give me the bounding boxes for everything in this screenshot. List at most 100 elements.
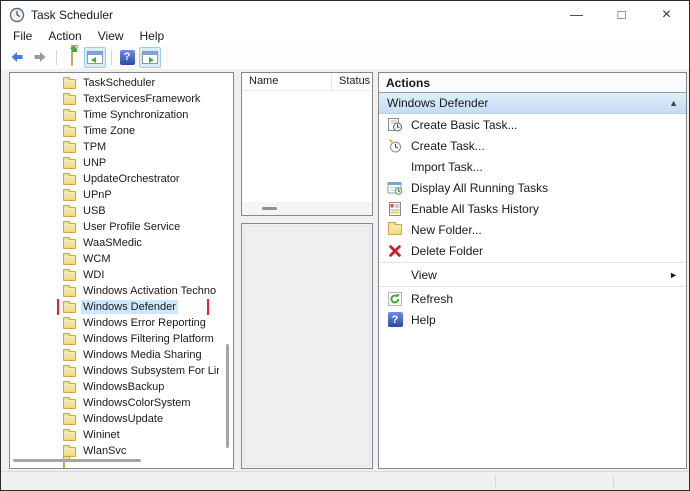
action-create-basic-task[interactable]: Create Basic Task... xyxy=(379,114,686,135)
tree-item-label: Windows Subsystem For Lir xyxy=(81,364,219,378)
tree-item-label: WindowsColorSystem xyxy=(81,396,193,410)
column-header-name[interactable]: Name xyxy=(242,73,332,90)
tree-item-windows-defender[interactable]: Windows Defender xyxy=(10,299,219,315)
action-new-folder[interactable]: New Folder... xyxy=(379,219,686,240)
menu-file[interactable]: File xyxy=(5,28,40,45)
tree-item-upnp[interactable]: UPnP xyxy=(10,187,219,203)
tree-item-windowscolorsystem[interactable]: WindowsColorSystem xyxy=(10,395,219,411)
tree-item-label: Wininet xyxy=(81,428,122,442)
back-icon xyxy=(9,49,25,65)
tree-item-wininet[interactable]: Wininet xyxy=(10,427,219,443)
action-label: New Folder... xyxy=(411,223,686,237)
tree-item-wlansvc[interactable]: WlanSvc xyxy=(10,443,219,459)
tree-item-tpm[interactable]: TPM xyxy=(10,139,219,155)
scrollbar-thumb[interactable] xyxy=(262,207,277,210)
folder-icon xyxy=(63,447,76,457)
tree-item-windows-activation-technologies[interactable]: Windows Activation Techno xyxy=(10,283,219,299)
folder-icon xyxy=(63,111,76,121)
folder-icon xyxy=(63,191,76,201)
tree-vertical-scrollbar[interactable] xyxy=(226,344,229,448)
task-list-panel: Name Status xyxy=(241,72,373,216)
tree-item-time-synchronization[interactable]: Time Synchronization xyxy=(10,107,219,123)
tree-item-label: WCM xyxy=(81,252,113,266)
action-pane-toggle-button[interactable] xyxy=(139,47,161,68)
action-import-task[interactable]: Import Task... xyxy=(379,156,686,177)
tree-item-waasmedic[interactable]: WaaSMedic xyxy=(10,235,219,251)
task-preview-pane-content xyxy=(244,226,370,466)
no-icon xyxy=(387,267,403,283)
menu-action[interactable]: Action xyxy=(40,28,89,45)
tree-item-windowsbackup[interactable]: WindowsBackup xyxy=(10,379,219,395)
folder-icon xyxy=(63,287,76,297)
tree-item-windows-error-reporting[interactable]: Windows Error Reporting xyxy=(10,315,219,331)
forward-button[interactable] xyxy=(29,47,51,68)
tree-item-taskscheduler[interactable]: TaskScheduler xyxy=(10,75,219,91)
console-tree-toggle-icon xyxy=(87,51,103,64)
tree-item-unp[interactable]: UNP xyxy=(10,155,219,171)
folder-icon xyxy=(63,415,76,425)
task-preview-pane xyxy=(241,223,373,469)
tree-item-label: WlanSvc xyxy=(81,444,128,458)
folder-icon xyxy=(63,303,76,313)
back-button[interactable] xyxy=(6,47,28,68)
action-create-task[interactable]: Create Task... xyxy=(379,135,686,156)
task-scheduler-clock-icon xyxy=(9,7,25,23)
action-label: Enable All Tasks History xyxy=(411,202,686,216)
tree-item-usb[interactable]: USB xyxy=(10,203,219,219)
tree-item-label: User Profile Service xyxy=(81,220,182,234)
tree-item-textservicesframework[interactable]: TextServicesFramework xyxy=(10,91,219,107)
tree-item-label: WindowsUpdate xyxy=(81,412,165,426)
tree-item-windowsupdate[interactable]: WindowsUpdate xyxy=(10,411,219,427)
close-button[interactable]: × xyxy=(644,1,689,28)
toolbar: ? xyxy=(1,45,689,69)
action-label: Refresh xyxy=(411,292,686,306)
tree-item-windows-subsystem-for-linux[interactable]: Windows Subsystem For Lir xyxy=(10,363,219,379)
title-bar: Task Scheduler — □ × xyxy=(1,1,689,28)
tree-item-label: Windows Error Reporting xyxy=(81,316,208,330)
toolbar-help-button[interactable]: ? xyxy=(116,47,138,68)
folder-icon xyxy=(63,335,76,345)
tree-item-windows-media-sharing[interactable]: Windows Media Sharing xyxy=(10,347,219,363)
tree-horizontal-scrollbar[interactable] xyxy=(13,459,141,462)
tree-item-updateorchestrator[interactable]: UpdateOrchestrator xyxy=(10,171,219,187)
tree-item-windows-filtering-platform[interactable]: Windows Filtering Platform xyxy=(10,331,219,347)
submenu-arrow-icon: ► xyxy=(669,270,678,280)
maximize-button[interactable]: □ xyxy=(599,1,644,28)
action-enable-all-tasks-history[interactable]: Enable All Tasks History xyxy=(379,198,686,219)
action-label: Import Task... xyxy=(411,160,686,174)
tree-item-label: TPM xyxy=(81,140,108,154)
tree-item-label: USB xyxy=(81,204,108,218)
window-title: Task Scheduler xyxy=(31,8,113,22)
minimize-button[interactable]: — xyxy=(554,1,599,28)
action-pane-toggle-icon xyxy=(142,51,158,64)
console-tree-toggle-button[interactable] xyxy=(84,47,106,68)
tree-item-time-zone[interactable]: Time Zone xyxy=(10,123,219,139)
menu-view[interactable]: View xyxy=(90,28,132,45)
folder-icon xyxy=(63,351,76,361)
menu-help[interactable]: Help xyxy=(132,28,173,45)
actions-separator xyxy=(379,262,686,263)
folder-icon xyxy=(63,255,76,265)
tree-item-wcm[interactable]: WCM xyxy=(10,251,219,267)
help-icon: ? xyxy=(387,312,403,328)
action-view[interactable]: View ► xyxy=(379,264,686,285)
show-console-tree-folder-button[interactable] xyxy=(61,47,83,68)
main-area: TaskScheduler TextServicesFramework Time… xyxy=(1,69,689,471)
action-help[interactable]: ? Help xyxy=(379,309,686,330)
folder-icon xyxy=(63,383,76,393)
folder-icon xyxy=(63,399,76,409)
tree-item-wdi[interactable]: WDI xyxy=(10,267,219,283)
tree-item-label: Windows Filtering Platform xyxy=(81,332,216,346)
collapse-arrow-icon[interactable]: ▲ xyxy=(669,98,678,108)
tree-item-user-profile-service[interactable]: User Profile Service xyxy=(10,219,219,235)
action-refresh[interactable]: Refresh xyxy=(379,288,686,309)
tree-item-label: Time Zone xyxy=(81,124,137,138)
action-delete-folder[interactable]: Delete Folder xyxy=(379,240,686,261)
actions-group-header[interactable]: Windows Defender ▲ xyxy=(379,93,686,114)
folder-icon xyxy=(63,431,76,441)
status-bar xyxy=(1,471,689,490)
column-header-status[interactable]: Status xyxy=(332,73,372,90)
action-display-all-running-tasks[interactable]: Display All Running Tasks xyxy=(379,177,686,198)
actions-group-label: Windows Defender xyxy=(387,96,669,110)
task-list-horizontal-scrollbar[interactable] xyxy=(242,202,372,215)
